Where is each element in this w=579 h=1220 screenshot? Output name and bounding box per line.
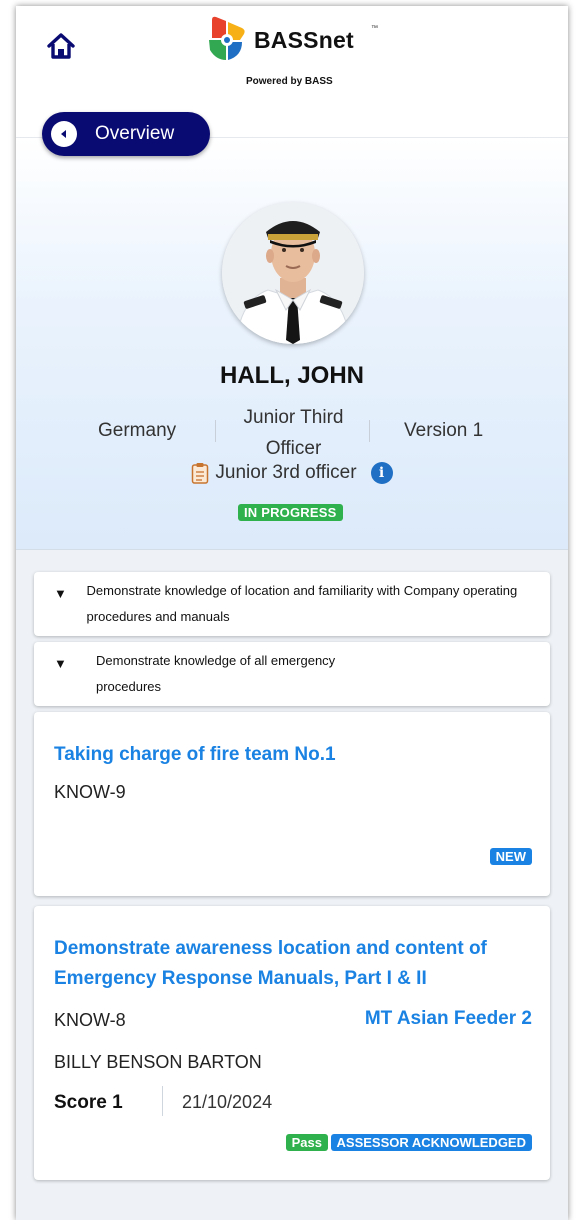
crew-name: HALL, JOHN xyxy=(220,362,364,389)
logo-text: BASSnet xyxy=(254,27,354,53)
app-header: BASSnet ™ Powered by BASS Overview xyxy=(16,6,568,156)
expand-triangle-icon[interactable]: ▼ xyxy=(54,654,96,694)
score-divider xyxy=(162,1086,163,1116)
clipboard-icon xyxy=(192,463,209,484)
app-frame: BASSnet ™ Powered by BASS Overview HALL,… xyxy=(16,6,568,1220)
crew-role: Junior 3rd officer xyxy=(215,462,357,483)
assessor-name: BILLY BENSON BARTON xyxy=(54,1052,262,1072)
task-code: KNOW-8 xyxy=(54,1010,126,1030)
crew-role-row: Junior 3rd officer i xyxy=(16,462,568,484)
profile-section: HALL, JOHN Germany Junior Third Officer … xyxy=(16,138,568,550)
task-title[interactable]: Demonstrate awareness location and conte… xyxy=(54,934,534,994)
vessel-name[interactable]: MT Asian Feeder 2 xyxy=(365,1008,532,1030)
home-button[interactable] xyxy=(44,30,78,62)
back-arrow-icon xyxy=(51,121,77,147)
avatar xyxy=(222,202,364,344)
officer-avatar-icon xyxy=(222,202,364,344)
crew-country: Germany xyxy=(98,420,177,441)
task-score: Score 1 xyxy=(54,1092,123,1113)
pass-badge: Pass xyxy=(285,1134,328,1151)
overview-back-button[interactable]: Overview xyxy=(42,112,210,156)
task-card[interactable]: Taking charge of fire team No.1 KNOW-9 N… xyxy=(34,712,550,896)
task-date: 21/10/2024 xyxy=(182,1092,273,1112)
new-badge: NEW xyxy=(489,848,532,865)
info-icon[interactable]: i xyxy=(370,462,393,484)
logo-trademark: ™ xyxy=(371,25,378,32)
expand-triangle-icon[interactable]: ▼ xyxy=(54,584,87,624)
section-label: Demonstrate knowledge of location and fa… xyxy=(86,583,518,624)
crew-meta: Germany Junior Third Officer Version 1 xyxy=(16,400,568,459)
meta-divider xyxy=(369,420,370,442)
section-accordion[interactable]: ▼ Demonstrate knowledge of location and … xyxy=(34,572,550,636)
status-badge: IN PROGRESS xyxy=(238,504,343,521)
assessor-acknowledged-badge: ASSESSOR ACKNOWLEDGED xyxy=(330,1134,532,1151)
task-list: ▼ Demonstrate knowledge of location and … xyxy=(16,550,568,1220)
crew-version: Version 1 xyxy=(404,420,484,441)
task-code: KNOW-9 xyxy=(54,782,126,802)
task-title[interactable]: Taking charge of fire team No.1 xyxy=(54,740,534,770)
overview-label: Overview xyxy=(95,123,175,144)
task-card[interactable]: Demonstrate awareness location and conte… xyxy=(34,906,550,1180)
crew-rank: Junior Third Officer xyxy=(243,407,344,459)
bassnet-logo-icon xyxy=(209,16,245,60)
logo-subtitle: Powered by BASS xyxy=(246,76,333,87)
home-icon xyxy=(47,33,75,59)
section-label: Demonstrate knowledge of all emergency p… xyxy=(96,653,336,694)
bassnet-logo: BASSnet ™ Powered by BASS xyxy=(206,16,386,98)
section-accordion[interactable]: ▼ Demonstrate knowledge of all emergency… xyxy=(34,642,550,706)
